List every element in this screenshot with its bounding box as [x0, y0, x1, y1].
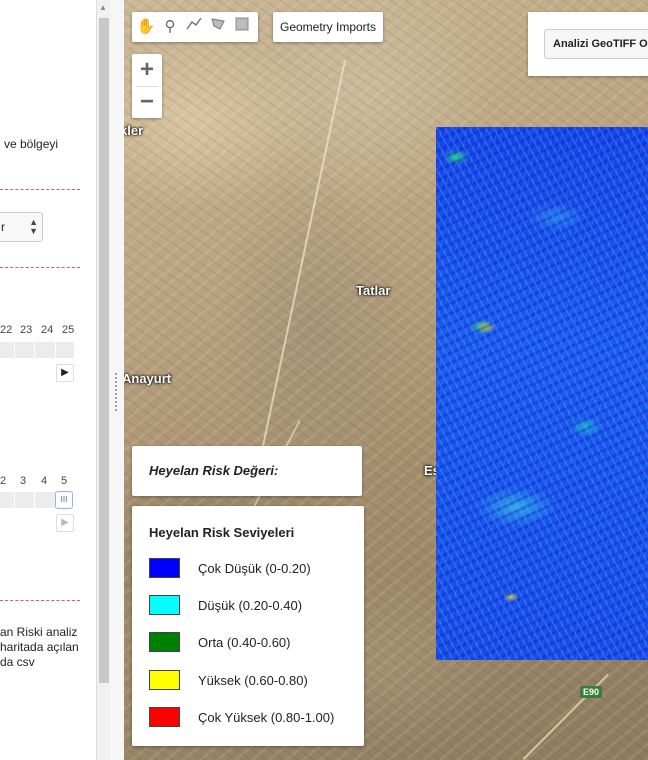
hand-icon[interactable]: ✋: [134, 15, 158, 39]
legend-swatch: [149, 595, 180, 615]
description-line: da csv: [0, 655, 35, 669]
road-badge: E90: [580, 686, 603, 698]
risk-value-panel: Heyelan Risk Değeri:: [132, 446, 362, 496]
legend-swatch: [149, 558, 180, 578]
export-geotiff-button[interactable]: Analizi GeoTIFF Ol: [544, 29, 648, 59]
slider1-track[interactable]: [0, 342, 74, 358]
legend-label: Çok Düşük (0-0.20): [198, 561, 311, 576]
slider-tick: 25: [62, 324, 75, 336]
left-panel-scrollbar[interactable]: ▲: [96, 0, 111, 760]
zoom-control: + −: [132, 54, 162, 118]
legend-label: Düşük (0.20-0.40): [198, 598, 303, 613]
intro-text: ve bölgeyi: [4, 137, 59, 151]
rectangle-icon[interactable]: [230, 15, 254, 39]
slider-tick: 24: [41, 324, 54, 336]
risk-raster-layer: [436, 127, 648, 660]
parameter-select[interactable]: r ▲ ▼: [0, 212, 43, 242]
zoom-out-button[interactable]: −: [132, 87, 162, 118]
place-label: kler: [124, 123, 144, 138]
drawing-toolbar: ✋ ⚲: [132, 12, 258, 42]
legend-label: Çok Yüksek (0.80-1.00): [198, 710, 335, 725]
point-icon[interactable]: ⚲: [158, 15, 182, 39]
select-value: r: [1, 220, 5, 234]
legend-label: Yüksek (0.60-0.80): [198, 673, 308, 688]
description-line: an Riski analiz: [0, 625, 78, 639]
place-label: Tatlar: [356, 283, 391, 298]
slider-tick: 23: [20, 324, 33, 336]
export-panel: Analizi GeoTIFF Ol: [528, 12, 648, 76]
slider-tick: 22: [0, 324, 13, 336]
place-label: Anayurt: [124, 371, 172, 386]
slider-tick: 5: [61, 475, 68, 487]
scroll-up-icon[interactable]: ▲: [99, 4, 107, 12]
legend-label: Orta (0.40-0.60): [198, 635, 291, 650]
panel-splitter[interactable]: [110, 0, 125, 760]
zoom-in-button[interactable]: +: [132, 55, 162, 86]
slider2-handle[interactable]: III: [55, 491, 73, 509]
slider-tick: 3: [20, 475, 27, 487]
slider-tick: 4: [41, 475, 48, 487]
slider2-track[interactable]: [0, 492, 56, 508]
select-arrows-icon: ▲ ▼: [29, 217, 38, 236]
legend-swatch: [149, 670, 180, 690]
play-button-disabled[interactable]: ▶: [56, 514, 74, 532]
polygon-icon[interactable]: [206, 15, 230, 39]
left-panel: ve bölgeyi r ▲ ▼ 22 23 24 25 ▶ 2 3 4 5 II…: [0, 0, 96, 760]
section-divider: [0, 267, 80, 268]
legend-swatch: [149, 632, 180, 652]
section-divider: [0, 189, 80, 190]
play-button[interactable]: ▶: [56, 364, 74, 382]
geometry-imports-button[interactable]: Geometry Imports: [273, 12, 383, 42]
legend-title: Heyelan Risk Seviyeleri: [149, 525, 295, 540]
splitter-grip-icon[interactable]: [114, 372, 118, 412]
risk-value-title: Heyelan Risk Değeri:: [149, 463, 279, 478]
description-line: haritada açılan: [0, 640, 79, 654]
legend-panel: Heyelan Risk Seviyeleri Çok Düşük (0-0.2…: [132, 506, 364, 746]
map-canvas[interactable]: Tatlar Anayurt Es kler E90 ✋ ⚲ Geometry …: [124, 0, 648, 760]
legend-swatch: [149, 707, 180, 727]
scrollbar-thumb[interactable]: [99, 18, 109, 683]
section-divider: [0, 600, 80, 601]
slider-tick: 2: [0, 475, 7, 487]
line-icon[interactable]: [182, 15, 206, 39]
